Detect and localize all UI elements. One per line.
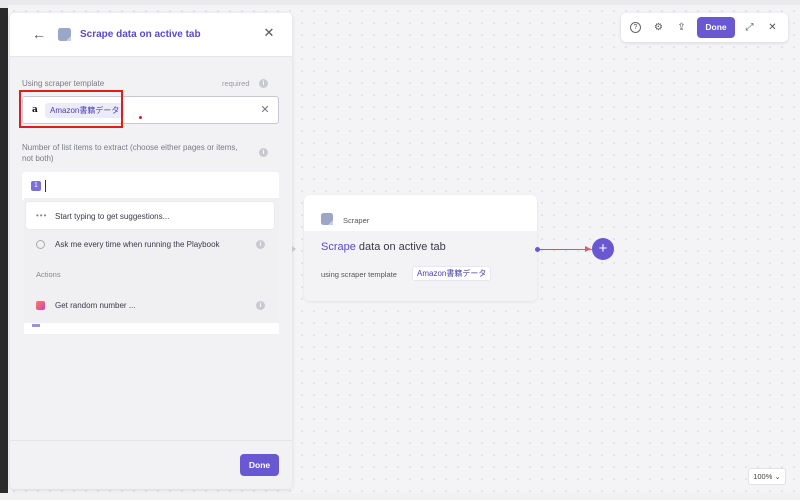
scraper-icon (321, 213, 333, 225)
random-number-option[interactable]: Get random number ... (55, 301, 135, 310)
required-label: required (222, 79, 250, 88)
close-icon[interactable]: ✕ (767, 22, 778, 33)
scraper-node[interactable]: Scraper Scrape data on active tab using … (304, 195, 537, 301)
node-template-chip: Amazon書籍データ (412, 266, 492, 281)
panel-header: ← Scrape data on active tab ✕ (10, 13, 292, 57)
panel-done-button[interactable]: Done (240, 454, 279, 476)
dropdown-footer (24, 323, 279, 334)
panel-pointer (292, 246, 296, 252)
top-toolbar: ? ⚙ ⇪ Done ⤢ ✕ (621, 13, 788, 42)
node-subtitle: using scraper template (321, 270, 397, 279)
info-icon[interactable]: i (256, 240, 265, 249)
chevron-down-icon: ⌄ (774, 472, 781, 481)
node-header: Scraper (304, 195, 537, 231)
info-icon[interactable]: i (259, 79, 268, 88)
dice-icon (36, 301, 45, 310)
panel-divider (10, 440, 292, 441)
back-arrow-icon[interactable]: ← (32, 27, 46, 41)
info-icon[interactable]: i (259, 148, 268, 157)
suggestion-hint: Start typing to get suggestions... (55, 212, 170, 221)
suggestions-dropdown: ••• Start typing to get suggestions... A… (24, 198, 279, 324)
connector-line (538, 249, 592, 250)
add-step-button[interactable]: + (592, 238, 614, 260)
share-icon[interactable]: ⇪ (676, 22, 687, 33)
connector-arrowhead (585, 246, 591, 252)
help-icon[interactable]: ? (630, 22, 641, 33)
count-input[interactable]: 1 (22, 172, 279, 200)
expand-icon[interactable]: ⤢ (744, 22, 755, 33)
node-title-rest: data on active tab (355, 241, 446, 253)
clock-icon (36, 240, 45, 249)
cursor-dot (139, 116, 142, 119)
highlight-annotation (19, 90, 123, 128)
node-title: Scrape data on active tab (321, 241, 446, 253)
node-title-accent: Scrape (321, 241, 356, 253)
suggestion-hint-row[interactable]: ••• Start typing to get suggestions... (26, 202, 274, 229)
ask-me-option[interactable]: Ask me every time when running the Playb… (55, 240, 220, 249)
scraper-icon (58, 28, 71, 41)
info-icon[interactable]: i (256, 301, 265, 310)
connector-port[interactable] (535, 247, 540, 252)
panel-title: Scrape data on active tab (80, 29, 201, 40)
zoom-value: 100% (753, 472, 773, 481)
footer-mark (32, 324, 40, 327)
zoom-select[interactable]: 100% ⌄ (748, 468, 786, 485)
clear-icon[interactable]: ✕ (259, 104, 271, 116)
ellipsis-icon: ••• (36, 211, 48, 220)
close-icon[interactable]: ✕ (262, 26, 276, 40)
count-badge: 1 (31, 181, 41, 191)
node-kind: Scraper (343, 216, 370, 225)
actions-label: Actions (36, 270, 61, 279)
bottom-strip (0, 493, 800, 500)
text-caret (45, 180, 46, 192)
count-label: Number of list items to extract (choose … (22, 143, 238, 163)
toolbar-done-button[interactable]: Done (697, 17, 735, 38)
gear-icon[interactable]: ⚙ (653, 22, 664, 33)
